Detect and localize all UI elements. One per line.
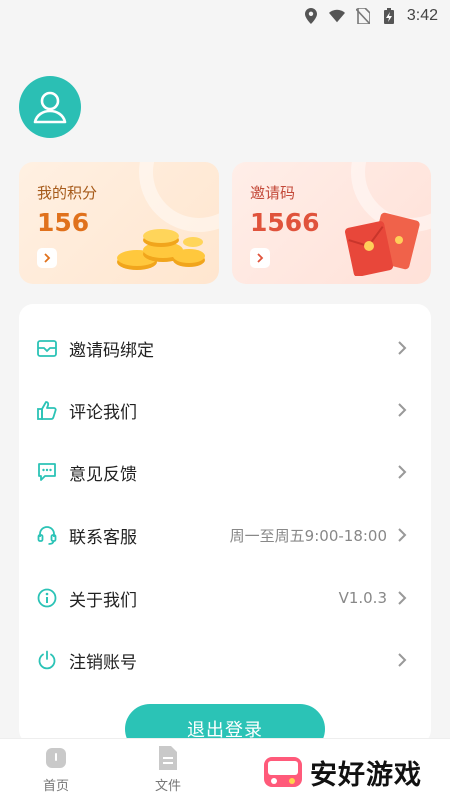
power-icon: [37, 650, 57, 670]
watermark-text: 安好游戏: [310, 759, 422, 791]
chevron-right-icon: [397, 340, 409, 356]
menu-item-label: 关于我们: [69, 590, 137, 611]
menu-item-value: 周一至周五9:00-18:00: [229, 526, 387, 545]
chevron-right-icon: [397, 652, 409, 668]
thumbs-up-icon: [37, 400, 57, 420]
chat-icon: [37, 462, 57, 482]
tab-files[interactable]: 文件: [138, 745, 198, 794]
coins-icon: [117, 229, 205, 270]
chevron-right-icon: [44, 253, 51, 263]
avatar[interactable]: [19, 76, 81, 138]
gamepad-logo-icon: [264, 757, 302, 787]
points-card-title: 我的积分: [37, 184, 98, 202]
info-icon: [37, 588, 57, 608]
watermark: 安好游戏: [262, 746, 446, 798]
menu-item-label: 注销账号: [69, 652, 137, 673]
menu-item-label: 意见反馈: [69, 464, 137, 485]
chevron-right-icon: [257, 253, 264, 263]
battery-charging-icon: [381, 8, 397, 24]
menu-item-label: 邀请码绑定: [69, 340, 154, 361]
location-icon: [303, 8, 319, 24]
menu-item-delete-account[interactable]: 注销账号: [19, 629, 431, 691]
menu-item-invite-binding[interactable]: 邀请码绑定: [19, 317, 431, 379]
file-icon: [155, 745, 181, 771]
menu-item-about-us[interactable]: 关于我们 V1.0.3: [19, 567, 431, 629]
tab-label: 首页: [42, 779, 69, 794]
headset-icon: [37, 525, 57, 545]
menu-item-feedback[interactable]: 意见反馈: [19, 441, 431, 503]
chevron-right-icon: [397, 402, 409, 418]
menu-item-customer-service[interactable]: 联系客服 周一至周五9:00-18:00: [19, 504, 431, 566]
invite-go-button[interactable]: [250, 248, 270, 268]
points-card-value: 156: [37, 208, 90, 237]
tab-label: 文件: [154, 779, 181, 794]
status-time: 3:42: [406, 7, 438, 24]
no-sim-icon: [355, 8, 371, 24]
red-envelope-icon: [344, 212, 420, 276]
menu-item-label: 评论我们: [69, 402, 137, 423]
menu-item-label: 联系客服: [69, 527, 137, 548]
points-card[interactable]: 我的积分 156: [19, 162, 219, 284]
envelope-icon: [37, 338, 57, 358]
chevron-right-icon: [397, 590, 409, 606]
settings-menu: 邀请码绑定 评论我们 意见反馈 联系客服 周一至周五9:00-18:00 关于我…: [19, 304, 431, 744]
user-icon: [33, 91, 67, 124]
invite-card-title: 邀请码: [250, 184, 296, 202]
chevron-right-icon: [397, 464, 409, 480]
wifi-icon: [328, 8, 345, 24]
home-icon: [43, 745, 69, 771]
chevron-right-icon: [397, 527, 409, 543]
invite-card[interactable]: 邀请码 1566: [232, 162, 431, 284]
points-go-button[interactable]: [37, 248, 57, 268]
menu-item-value: V1.0.3: [338, 589, 387, 607]
tab-home[interactable]: 首页: [26, 745, 86, 794]
menu-item-rate-us[interactable]: 评论我们: [19, 379, 431, 441]
status-bar: 3:42: [0, 0, 450, 32]
invite-card-value: 1566: [250, 208, 320, 237]
